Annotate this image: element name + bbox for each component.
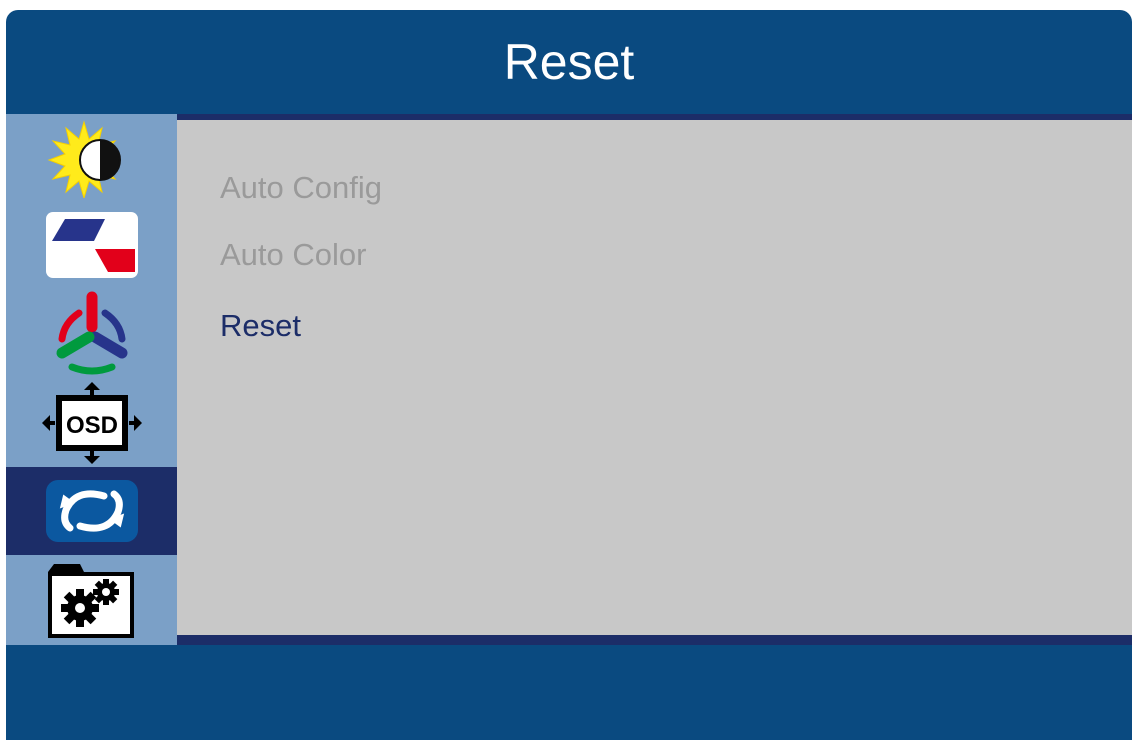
reset-icon	[45, 480, 138, 542]
sidebar-item-luminance[interactable]	[6, 114, 177, 201]
osd-icon-label: OSD	[65, 412, 117, 439]
osd-header: Reset	[6, 10, 1132, 114]
osd-settings-icon: OSD	[41, 382, 142, 464]
sidebar-item-osd[interactable]: OSD	[6, 379, 177, 467]
sidebar-item-image[interactable]	[6, 201, 177, 289]
osd-sidebar: OSD	[6, 114, 177, 645]
osd-footer	[6, 645, 1132, 740]
color-settings-icon	[56, 291, 127, 375]
menu-item-reset[interactable]: Reset	[220, 308, 301, 344]
sidebar-item-extra[interactable]	[6, 555, 177, 645]
menu-item-auto-color[interactable]: Auto Color	[220, 237, 366, 273]
image-adjust-icon	[45, 212, 138, 278]
menu-panel: Auto Config Auto Color Reset	[177, 120, 1132, 635]
menu-item-auto-config[interactable]: Auto Config	[220, 170, 382, 206]
osd-window: Reset OSD Auto Config Auto Color Reset	[6, 10, 1132, 740]
extra-settings-icon	[47, 564, 134, 638]
page-title: Reset	[503, 34, 635, 90]
sidebar-item-color[interactable]	[6, 289, 177, 379]
content-frame: Auto Config Auto Color Reset	[177, 114, 1132, 645]
sidebar-item-reset[interactable]	[6, 467, 177, 555]
brightness-contrast-icon	[47, 119, 121, 198]
